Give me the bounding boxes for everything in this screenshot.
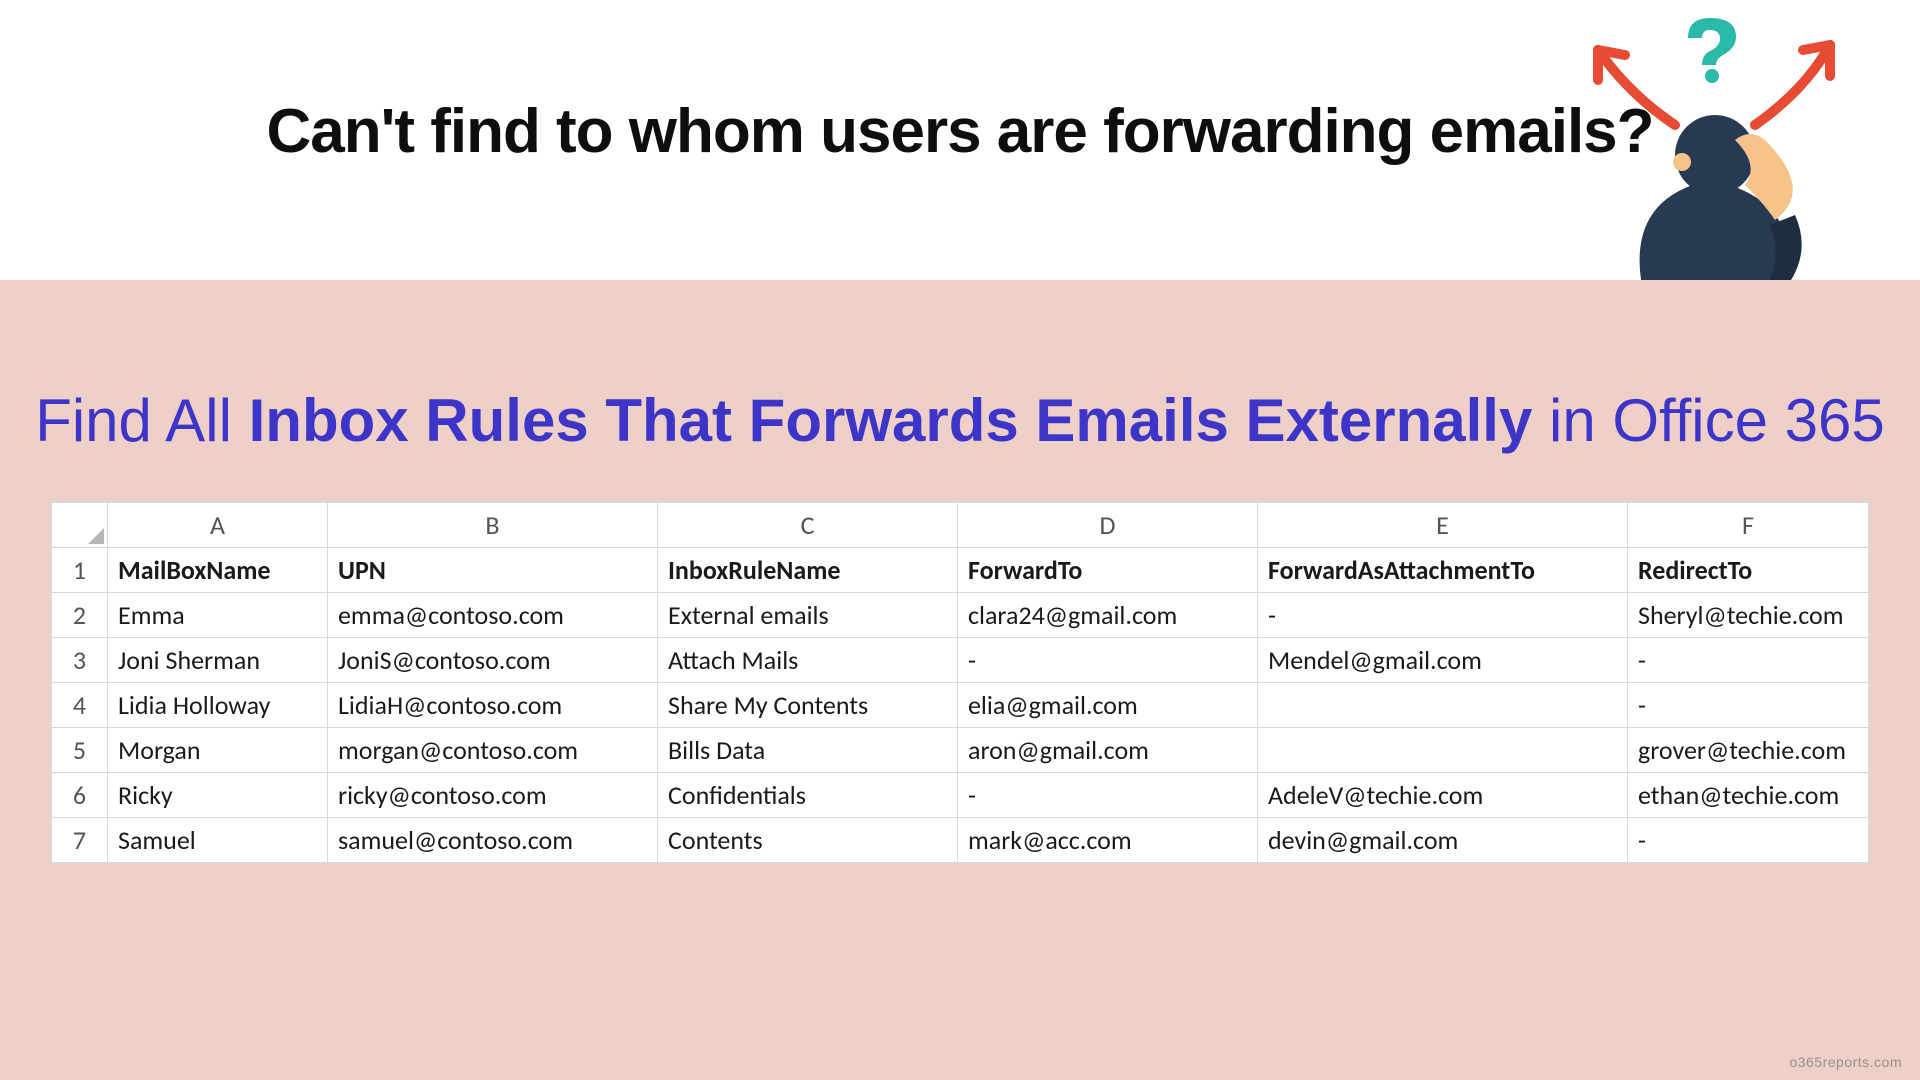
cell[interactable]: Ricky (108, 773, 328, 818)
cell[interactable] (1258, 683, 1628, 728)
cell[interactable]: Confidentials (658, 773, 958, 818)
cell[interactable]: Morgan (108, 728, 328, 773)
cell[interactable]: External emails (658, 593, 958, 638)
row-number[interactable]: 4 (52, 683, 108, 728)
cell[interactable]: AdeleV@techie.com (1258, 773, 1628, 818)
cell[interactable]: devin@gmail.com (1258, 818, 1628, 863)
spreadsheet-table: A B C D E F 1 MailBoxName UPN InboxRuleN… (51, 502, 1869, 863)
select-all-corner[interactable] (52, 503, 108, 548)
subhead-part-c: in Office 365 (1532, 387, 1884, 454)
person-icon (1640, 115, 1802, 300)
cell[interactable] (1258, 728, 1628, 773)
col-header-D[interactable]: D (958, 503, 1258, 548)
cell[interactable]: Bills Data (658, 728, 958, 773)
col-header-F[interactable]: F (1628, 503, 1869, 548)
confused-person-illustration (1560, 10, 1860, 300)
attribution-text: o365reports.com (1789, 1054, 1902, 1070)
row-number[interactable]: 7 (52, 818, 108, 863)
subhead-part-a: Find All (35, 387, 248, 454)
table-row: 5 Morgan morgan@contoso.com Bills Data a… (52, 728, 1869, 773)
question-mark-icon (1688, 18, 1736, 83)
cell[interactable]: samuel@contoso.com (328, 818, 658, 863)
cell[interactable]: mark@acc.com (958, 818, 1258, 863)
sub-heading: Find All Inbox Rules That Forwards Email… (0, 380, 1920, 461)
row-number[interactable]: 1 (52, 548, 108, 593)
cell[interactable]: Lidia Holloway (108, 683, 328, 728)
table-row: 2 Emma emma@contoso.com External emails … (52, 593, 1869, 638)
cell[interactable]: Attach Mails (658, 638, 958, 683)
cell[interactable]: Share My Contents (658, 683, 958, 728)
cell[interactable]: LidiaH@contoso.com (328, 683, 658, 728)
top-section: Can't find to whom users are forwarding … (0, 0, 1920, 280)
cell[interactable]: aron@gmail.com (958, 728, 1258, 773)
cell[interactable]: - (1258, 593, 1628, 638)
cell[interactable]: - (1628, 818, 1869, 863)
table-row: 1 MailBoxName UPN InboxRuleName ForwardT… (52, 548, 1869, 593)
cell[interactable]: elia@gmail.com (958, 683, 1258, 728)
arrow-left-icon (1598, 50, 1675, 125)
spreadsheet: A B C D E F 1 MailBoxName UPN InboxRuleN… (50, 501, 1870, 864)
subhead-part-b: Inbox Rules That Forwards Emails Externa… (249, 387, 1533, 454)
row-number[interactable]: 6 (52, 773, 108, 818)
cell[interactable]: Emma (108, 593, 328, 638)
table-row: 4 Lidia Holloway LidiaH@contoso.com Shar… (52, 683, 1869, 728)
cell[interactable]: Contents (658, 818, 958, 863)
cell[interactable]: JoniS@contoso.com (328, 638, 658, 683)
cell[interactable]: InboxRuleName (658, 548, 958, 593)
cell[interactable]: ricky@contoso.com (328, 773, 658, 818)
cell[interactable]: Samuel (108, 818, 328, 863)
cell[interactable]: morgan@contoso.com (328, 728, 658, 773)
cell[interactable]: clara24@gmail.com (958, 593, 1258, 638)
row-number[interactable]: 2 (52, 593, 108, 638)
column-letter-row: A B C D E F (52, 503, 1869, 548)
cell[interactable]: Mendel@gmail.com (1258, 638, 1628, 683)
row-number[interactable]: 3 (52, 638, 108, 683)
bottom-section: Find All Inbox Rules That Forwards Email… (0, 280, 1920, 1080)
table-row: 6 Ricky ricky@contoso.com Confidentials … (52, 773, 1869, 818)
col-header-C[interactable]: C (658, 503, 958, 548)
cell[interactable]: - (958, 773, 1258, 818)
col-header-B[interactable]: B (328, 503, 658, 548)
table-row: 3 Joni Sherman JoniS@contoso.com Attach … (52, 638, 1869, 683)
cell[interactable]: - (958, 638, 1258, 683)
cell[interactable]: MailBoxName (108, 548, 328, 593)
cell[interactable]: ForwardTo (958, 548, 1258, 593)
cell[interactable]: ForwardAsAttachmentTo (1258, 548, 1628, 593)
cell[interactable]: Joni Sherman (108, 638, 328, 683)
cell[interactable]: Sheryl@techie.com (1628, 593, 1869, 638)
cell[interactable]: RedirectTo (1628, 548, 1869, 593)
cell[interactable]: emma@contoso.com (328, 593, 658, 638)
cell[interactable]: ethan@techie.com (1628, 773, 1869, 818)
arrow-right-icon (1755, 45, 1830, 125)
col-header-A[interactable]: A (108, 503, 328, 548)
col-header-E[interactable]: E (1258, 503, 1628, 548)
row-number[interactable]: 5 (52, 728, 108, 773)
cell[interactable]: grover@techie.com (1628, 728, 1869, 773)
cell[interactable]: - (1628, 683, 1869, 728)
cell[interactable]: - (1628, 638, 1869, 683)
table-row: 7 Samuel samuel@contoso.com Contents mar… (52, 818, 1869, 863)
cell[interactable]: UPN (328, 548, 658, 593)
